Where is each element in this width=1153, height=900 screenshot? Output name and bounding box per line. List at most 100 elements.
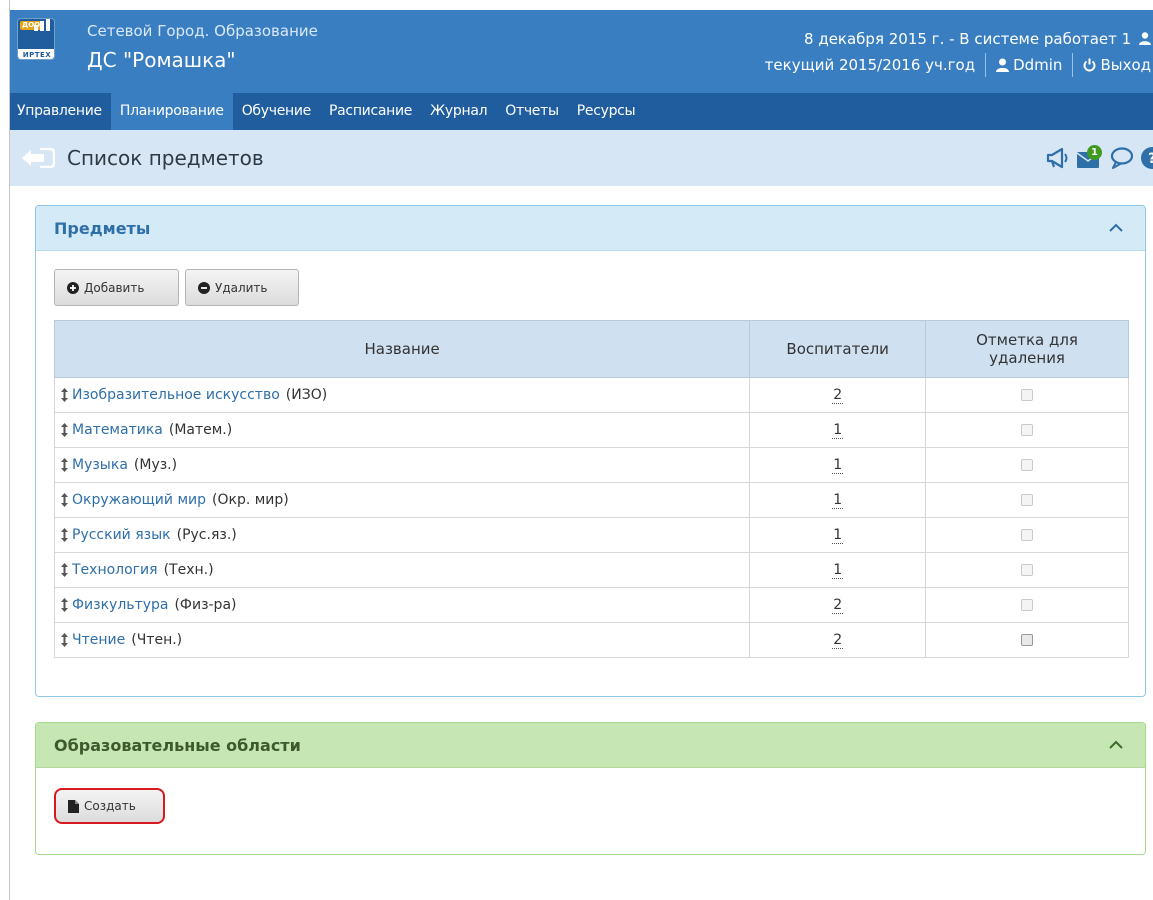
column-header-name[interactable]: Название [53, 320, 751, 378]
nav-item-resources[interactable]: Ресурсы [568, 93, 645, 130]
collapse-chevron-up-icon[interactable] [1109, 223, 1123, 233]
column-header-teachers[interactable]: Воспитатели [749, 320, 927, 378]
subject-abbreviation: (Муз.) [133, 457, 178, 473]
teachers-count-link[interactable]: 2 [832, 597, 844, 614]
subject-link[interactable]: Технология [72, 562, 158, 578]
drag-sort-icon[interactable] [61, 423, 68, 437]
table-row: Музыка (Муз.) 1 [53, 447, 1129, 483]
subject-link[interactable]: Изобразительное искусство [72, 387, 280, 403]
subject-abbreviation: (Рус.яз.) [176, 527, 237, 543]
delete-mark-cell [925, 482, 1129, 518]
plus-circle-icon [67, 281, 79, 294]
subject-link[interactable]: Математика [72, 422, 163, 438]
drag-sort-icon[interactable] [61, 388, 68, 402]
user-icon [996, 58, 1010, 72]
teachers-count-link[interactable]: 1 [832, 562, 844, 579]
help-icon[interactable]: ? [1140, 146, 1153, 170]
logo-text: ИРТЕХ [18, 49, 54, 59]
delete-mark-cell [925, 587, 1129, 623]
teachers-count-link[interactable]: 2 [832, 387, 844, 404]
subjects-panel-title: Предметы [54, 218, 151, 238]
subject-abbreviation: (Матем.) [168, 422, 233, 438]
teachers-cell: 1 [749, 482, 927, 518]
teachers-count-link[interactable]: 2 [832, 632, 844, 649]
page-title-bar: Список предметов 1 ? [10, 130, 1153, 186]
collapse-chevron-up-icon[interactable] [1109, 740, 1123, 750]
educational-areas-panel-title: Образовательные области [54, 735, 301, 755]
delete-checkbox[interactable] [1021, 494, 1034, 506]
subject-abbreviation: (Физ-ра) [174, 597, 237, 613]
subject-link[interactable]: Окружающий мир [72, 492, 206, 508]
drag-sort-icon[interactable] [61, 633, 68, 647]
drag-sort-icon[interactable] [61, 458, 68, 472]
table-row: Окружающий мир (Окр. мир) 1 [53, 482, 1129, 518]
user-icon [1139, 32, 1151, 45]
delete-checkbox[interactable] [1021, 529, 1034, 541]
table-row: Физкультура (Физ-ра) 2 [53, 587, 1129, 623]
delete-mark-cell [925, 447, 1129, 483]
drag-sort-icon[interactable] [61, 493, 68, 507]
subjects-table: Название Воспитатели Отметка для удалени… [53, 320, 1129, 658]
nav-item-learning[interactable]: Обучение [233, 93, 320, 130]
delete-checkbox[interactable] [1021, 424, 1034, 436]
table-row: Технология (Техн.) 1 [53, 552, 1129, 588]
subjects-panel-header[interactable]: Предметы [36, 206, 1145, 251]
delete-mark-cell [925, 622, 1129, 658]
delete-checkbox[interactable] [1021, 599, 1034, 611]
create-area-button[interactable]: Создать [54, 788, 165, 824]
mail-button[interactable]: 1 [1076, 145, 1104, 169]
chat-icon[interactable] [1110, 147, 1134, 169]
add-subject-button[interactable]: Добавить [54, 269, 179, 306]
user-name: Ddmin [1013, 56, 1063, 74]
educational-areas-panel-header[interactable]: Образовательные области [36, 723, 1145, 768]
subject-link[interactable]: Русский язык [72, 527, 171, 543]
minus-circle-icon [198, 281, 210, 294]
app-header: ДОО ИРТЕХ Сетевой Город. Образование ДС … [10, 10, 1153, 93]
teachers-count-link[interactable]: 1 [832, 422, 844, 439]
logout-label: Выход [1100, 56, 1151, 74]
back-icon[interactable] [22, 148, 55, 168]
nav-item-reports[interactable]: Отчеты [496, 93, 567, 130]
educational-areas-panel: Образовательные области Создать [35, 722, 1146, 855]
svg-text:?: ? [1148, 151, 1153, 167]
delete-mark-cell [925, 517, 1129, 553]
delete-mark-cell [925, 377, 1129, 413]
nav-item-planning[interactable]: Планирование [110, 93, 233, 130]
teachers-count-link[interactable]: 1 [832, 457, 844, 474]
table-row: Русский язык (Рус.яз.) 1 [53, 517, 1129, 553]
subject-abbreviation: (ИЗО) [285, 387, 328, 403]
delete-checkbox[interactable] [1021, 389, 1034, 401]
page-title: Список предметов [67, 146, 264, 170]
subjects-table-body: Изобразительное искусство (ИЗО) 2 Математик… [53, 377, 1129, 658]
nav-item-schedule[interactable]: Расписание [320, 93, 421, 130]
delete-subject-button[interactable]: Удалить [185, 269, 299, 306]
drag-sort-icon[interactable] [61, 563, 68, 577]
nav-item-management[interactable]: Управление [10, 93, 111, 130]
logout-link[interactable]: Выход [1083, 56, 1151, 74]
subject-link[interactable]: Музыка [72, 457, 128, 473]
teachers-cell: 1 [749, 552, 927, 588]
teachers-cell: 2 [749, 622, 927, 658]
subject-abbreviation: (Окр. мир) [212, 492, 289, 508]
teachers-count-link[interactable]: 1 [832, 492, 844, 509]
table-row: Изобразительное искусство (ИЗО) 2 [53, 377, 1129, 413]
subject-link[interactable]: Физкультура [72, 597, 168, 613]
delete-checkbox[interactable] [1021, 564, 1034, 576]
delete-checkbox[interactable] [1021, 634, 1034, 646]
user-menu[interactable]: Ddmin [996, 56, 1062, 74]
app-logo[interactable]: ДОО ИРТЕХ [17, 18, 55, 60]
school-year-link[interactable]: текущий 2015/2016 уч.год [765, 56, 975, 74]
table-row: Математика (Матем.) 1 [53, 412, 1129, 448]
date-status: 8 декабря 2015 г. - В системе работает 1 [804, 30, 1151, 48]
teachers-cell: 1 [749, 517, 927, 553]
teachers-count-link[interactable]: 1 [832, 527, 844, 544]
announcement-icon[interactable] [1046, 147, 1070, 169]
subject-name-cell: Русский язык (Рус.яз.) [53, 517, 751, 553]
drag-sort-icon[interactable] [61, 528, 68, 542]
drag-sort-icon[interactable] [61, 598, 68, 612]
mail-count-badge: 1 [1087, 145, 1102, 160]
nav-item-journal[interactable]: Журнал [421, 93, 496, 130]
table-row: Чтение (Чтен.) 2 [53, 622, 1129, 658]
subject-link[interactable]: Чтение [72, 632, 125, 648]
delete-checkbox[interactable] [1021, 459, 1034, 471]
